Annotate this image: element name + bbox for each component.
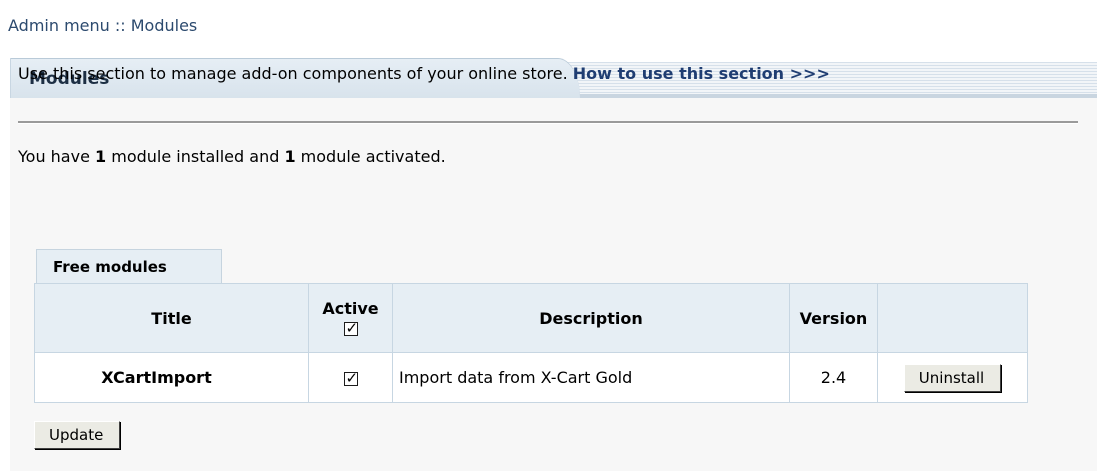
header-actions [877,283,1028,353]
summary-middle: module installed and [106,147,285,166]
header-description: Description [392,283,790,353]
summary-suffix: module activated. [295,147,446,166]
summary-prefix: You have [18,147,96,166]
select-all-checkbox[interactable]: ✓ [343,319,358,337]
header-title: Title [34,283,309,353]
module-actions-cell: Uninstall [877,352,1028,403]
breadcrumb[interactable]: Admin menu :: Modules [8,16,197,35]
module-title: XCartImport [34,352,309,403]
modules-table: Title Active ✓ Description Version XCart… [34,283,1028,403]
checkmark-icon: ✓ [345,368,359,387]
table-row: XCartImport ✓ Import data from X-Cart Go… [34,352,1028,403]
table-header-row: Title Active ✓ Description Version [34,283,1028,353]
intro-description: Use this section to manage add-on compon… [18,64,573,83]
help-link[interactable]: How to use this section >>> [573,64,830,83]
intro-text: Use this section to manage add-on compon… [18,62,1078,85]
module-description: Import data from X-Cart Gold [392,352,790,403]
installed-count: 1 [95,147,107,166]
header-active-label: Active [322,299,379,318]
divider [18,121,1078,124]
uninstall-button[interactable]: Uninstall [903,363,1002,392]
module-active-cell: ✓ [308,352,393,403]
tab-free-modules[interactable]: Free modules [36,249,222,283]
update-button[interactable]: Update [34,421,121,449]
activated-count: 1 [284,147,296,166]
header-active: Active ✓ [308,283,393,353]
checkmark-icon: ✓ [345,318,359,337]
header-version: Version [789,283,878,353]
summary-text: You have 1 module installed and 1 module… [18,147,446,166]
module-version: 2.4 [789,352,878,403]
module-active-checkbox[interactable]: ✓ [343,369,358,387]
